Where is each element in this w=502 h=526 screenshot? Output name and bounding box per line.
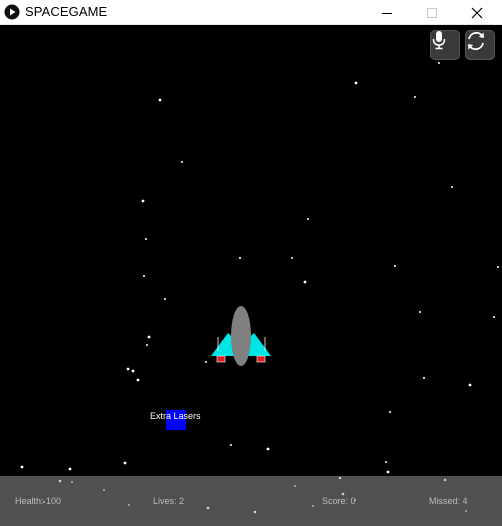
restart-button[interactable] bbox=[465, 30, 495, 60]
star bbox=[143, 275, 145, 277]
star bbox=[58, 479, 62, 483]
star bbox=[386, 470, 390, 474]
star bbox=[438, 62, 440, 64]
star bbox=[389, 411, 391, 413]
star bbox=[294, 485, 296, 487]
star bbox=[71, 481, 73, 483]
missed-readout: Missed: 4 bbox=[429, 496, 468, 506]
score-readout: Score: 0 bbox=[322, 496, 356, 506]
star bbox=[291, 257, 293, 259]
window-title: SPACEGAME bbox=[25, 4, 108, 19]
star bbox=[266, 447, 270, 451]
star bbox=[423, 377, 425, 379]
star bbox=[131, 369, 135, 373]
minimize-icon bbox=[382, 12, 392, 14]
star bbox=[394, 265, 396, 267]
star bbox=[338, 476, 342, 480]
stars bbox=[20, 62, 499, 474]
star bbox=[123, 461, 127, 465]
star bbox=[443, 478, 447, 482]
game-canvas[interactable]: Extra Lasers bbox=[0, 25, 502, 476]
star bbox=[493, 316, 495, 318]
star bbox=[206, 506, 210, 510]
star bbox=[354, 81, 358, 85]
ship-body bbox=[231, 306, 251, 366]
star bbox=[468, 383, 472, 387]
star bbox=[253, 510, 257, 514]
star bbox=[239, 257, 241, 259]
star bbox=[385, 461, 387, 463]
star bbox=[158, 98, 162, 102]
star bbox=[465, 510, 467, 512]
microphone-button[interactable] bbox=[430, 30, 460, 60]
star bbox=[230, 444, 232, 446]
star bbox=[126, 367, 130, 371]
star bbox=[497, 266, 499, 268]
restart-icon bbox=[468, 31, 484, 51]
powerup-label: Extra Lasers bbox=[150, 411, 201, 421]
star bbox=[141, 199, 145, 203]
star bbox=[128, 504, 130, 506]
star bbox=[181, 161, 183, 163]
star bbox=[147, 335, 151, 339]
player-ship bbox=[211, 306, 271, 366]
starfield bbox=[20, 62, 499, 474]
star bbox=[419, 311, 421, 313]
star bbox=[103, 489, 105, 491]
star bbox=[312, 505, 314, 507]
maximize-icon bbox=[427, 7, 437, 18]
ship-thruster-right bbox=[256, 355, 266, 363]
window-titlebar: SPACEGAME bbox=[0, 0, 502, 25]
star bbox=[145, 238, 147, 240]
health-readout: Health: 100 bbox=[15, 496, 62, 506]
star bbox=[303, 280, 307, 284]
star bbox=[136, 378, 140, 382]
minimize-button[interactable] bbox=[364, 0, 410, 25]
play-circle-icon bbox=[4, 4, 20, 20]
star bbox=[20, 465, 24, 469]
star bbox=[451, 186, 453, 188]
star bbox=[307, 218, 309, 220]
star bbox=[68, 467, 72, 471]
close-icon bbox=[471, 7, 483, 18]
status-bar: Health: 100 Lives: 2 Score: 0 Missed: 4 bbox=[0, 476, 502, 526]
close-button[interactable] bbox=[454, 0, 500, 25]
lives-readout: Lives: 2 bbox=[153, 496, 185, 506]
star bbox=[164, 298, 166, 300]
status-bar-stars bbox=[43, 476, 467, 514]
star bbox=[341, 492, 345, 496]
star bbox=[205, 361, 207, 363]
star bbox=[146, 344, 148, 346]
maximize-button[interactable] bbox=[409, 0, 455, 25]
star bbox=[414, 96, 416, 98]
microphone-icon bbox=[432, 31, 446, 50]
ship-thruster-left bbox=[216, 355, 226, 363]
